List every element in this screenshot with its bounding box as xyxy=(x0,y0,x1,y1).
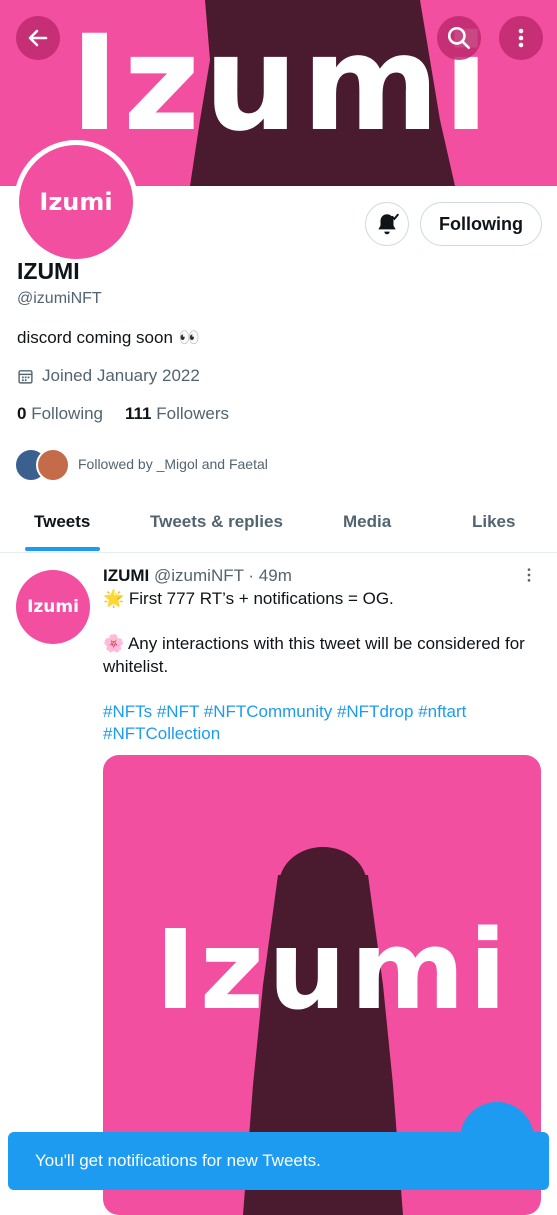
notification-bell-on-icon xyxy=(378,213,399,235)
more-vertical-icon xyxy=(518,28,524,48)
followed-by-row[interactable]: Followed by _Migol and Faetal xyxy=(14,448,268,482)
notification-toast: You'll get notifications for new Tweets. xyxy=(8,1132,549,1190)
following-link[interactable]: 0 Following xyxy=(17,404,103,424)
tweet-line-1: 🌟 First 777 RT’s + notifications = OG. xyxy=(103,589,394,608)
tab-tweets[interactable]: Tweets xyxy=(34,512,90,532)
search-button[interactable] xyxy=(437,16,481,60)
tab-tweets-replies[interactable]: Tweets & replies xyxy=(150,512,283,532)
profile-tabs: Tweets Tweets & replies Media Likes xyxy=(0,496,557,553)
bio-text: discord coming soon xyxy=(17,328,173,347)
avatar xyxy=(36,448,70,482)
follower-avatars xyxy=(14,448,70,482)
followers-link[interactable]: 111 Followers xyxy=(125,404,229,424)
tab-likes[interactable]: Likes xyxy=(472,512,515,532)
tweet-author-name[interactable]: IZUMI xyxy=(103,566,149,585)
tweet-author-handle[interactable]: @izumiNFT xyxy=(154,566,244,585)
following-label: Following xyxy=(31,404,104,423)
avatar-text: Izumi xyxy=(39,188,113,216)
eyes-emoji: 👀 xyxy=(178,328,201,347)
followers-label: Followers xyxy=(156,404,229,423)
notifications-toggle-button[interactable] xyxy=(365,202,409,246)
following-count: 0 xyxy=(17,404,27,423)
tweet-text: 🌟 First 777 RT’s + notifications = OG. 🌸… xyxy=(103,588,543,746)
tweet-line-2: 🌸 Any interactions with this tweet will … xyxy=(103,634,525,676)
followed-by-text: Followed by _Migol and Faetal xyxy=(78,456,268,472)
profile-bio: discord coming soon 👀 xyxy=(17,328,200,348)
calendar-icon xyxy=(18,369,33,384)
arrow-left-icon xyxy=(28,29,48,47)
back-button[interactable] xyxy=(16,16,60,60)
active-tab-indicator xyxy=(25,547,100,551)
profile-avatar[interactable]: Izumi xyxy=(14,140,138,264)
tweet-more-button[interactable] xyxy=(518,564,540,586)
followers-count: 111 xyxy=(125,404,152,423)
profile-handle: @izumiNFT xyxy=(17,290,102,307)
tweet-timestamp: · 49m xyxy=(248,566,292,585)
media-wordmark: Izumi xyxy=(155,906,511,1034)
search-icon xyxy=(447,26,471,50)
tweet-avatar[interactable]: Izumi xyxy=(16,570,90,644)
joined-text: Joined January 2022 xyxy=(42,366,200,385)
tweet-header: IZUMI @izumiNFT · 49m xyxy=(103,566,292,586)
more-vertical-icon xyxy=(527,568,531,582)
tweet-avatar-text: Izumi xyxy=(27,597,79,617)
following-button[interactable]: Following xyxy=(420,202,542,246)
follow-stats: 0 Following 111 Followers xyxy=(17,404,229,424)
more-options-button[interactable] xyxy=(499,16,543,60)
tab-media[interactable]: Media xyxy=(343,512,391,532)
toast-text: You'll get notifications for new Tweets. xyxy=(35,1151,321,1170)
tweet-hashtags[interactable]: #NFTs #NFT #NFTCommunity #NFTdrop #nftar… xyxy=(103,701,543,746)
banner-wordmark: Izumi xyxy=(70,7,493,161)
profile-display-name: IZUMI xyxy=(17,258,80,284)
joined-date: Joined January 2022 xyxy=(17,366,200,386)
